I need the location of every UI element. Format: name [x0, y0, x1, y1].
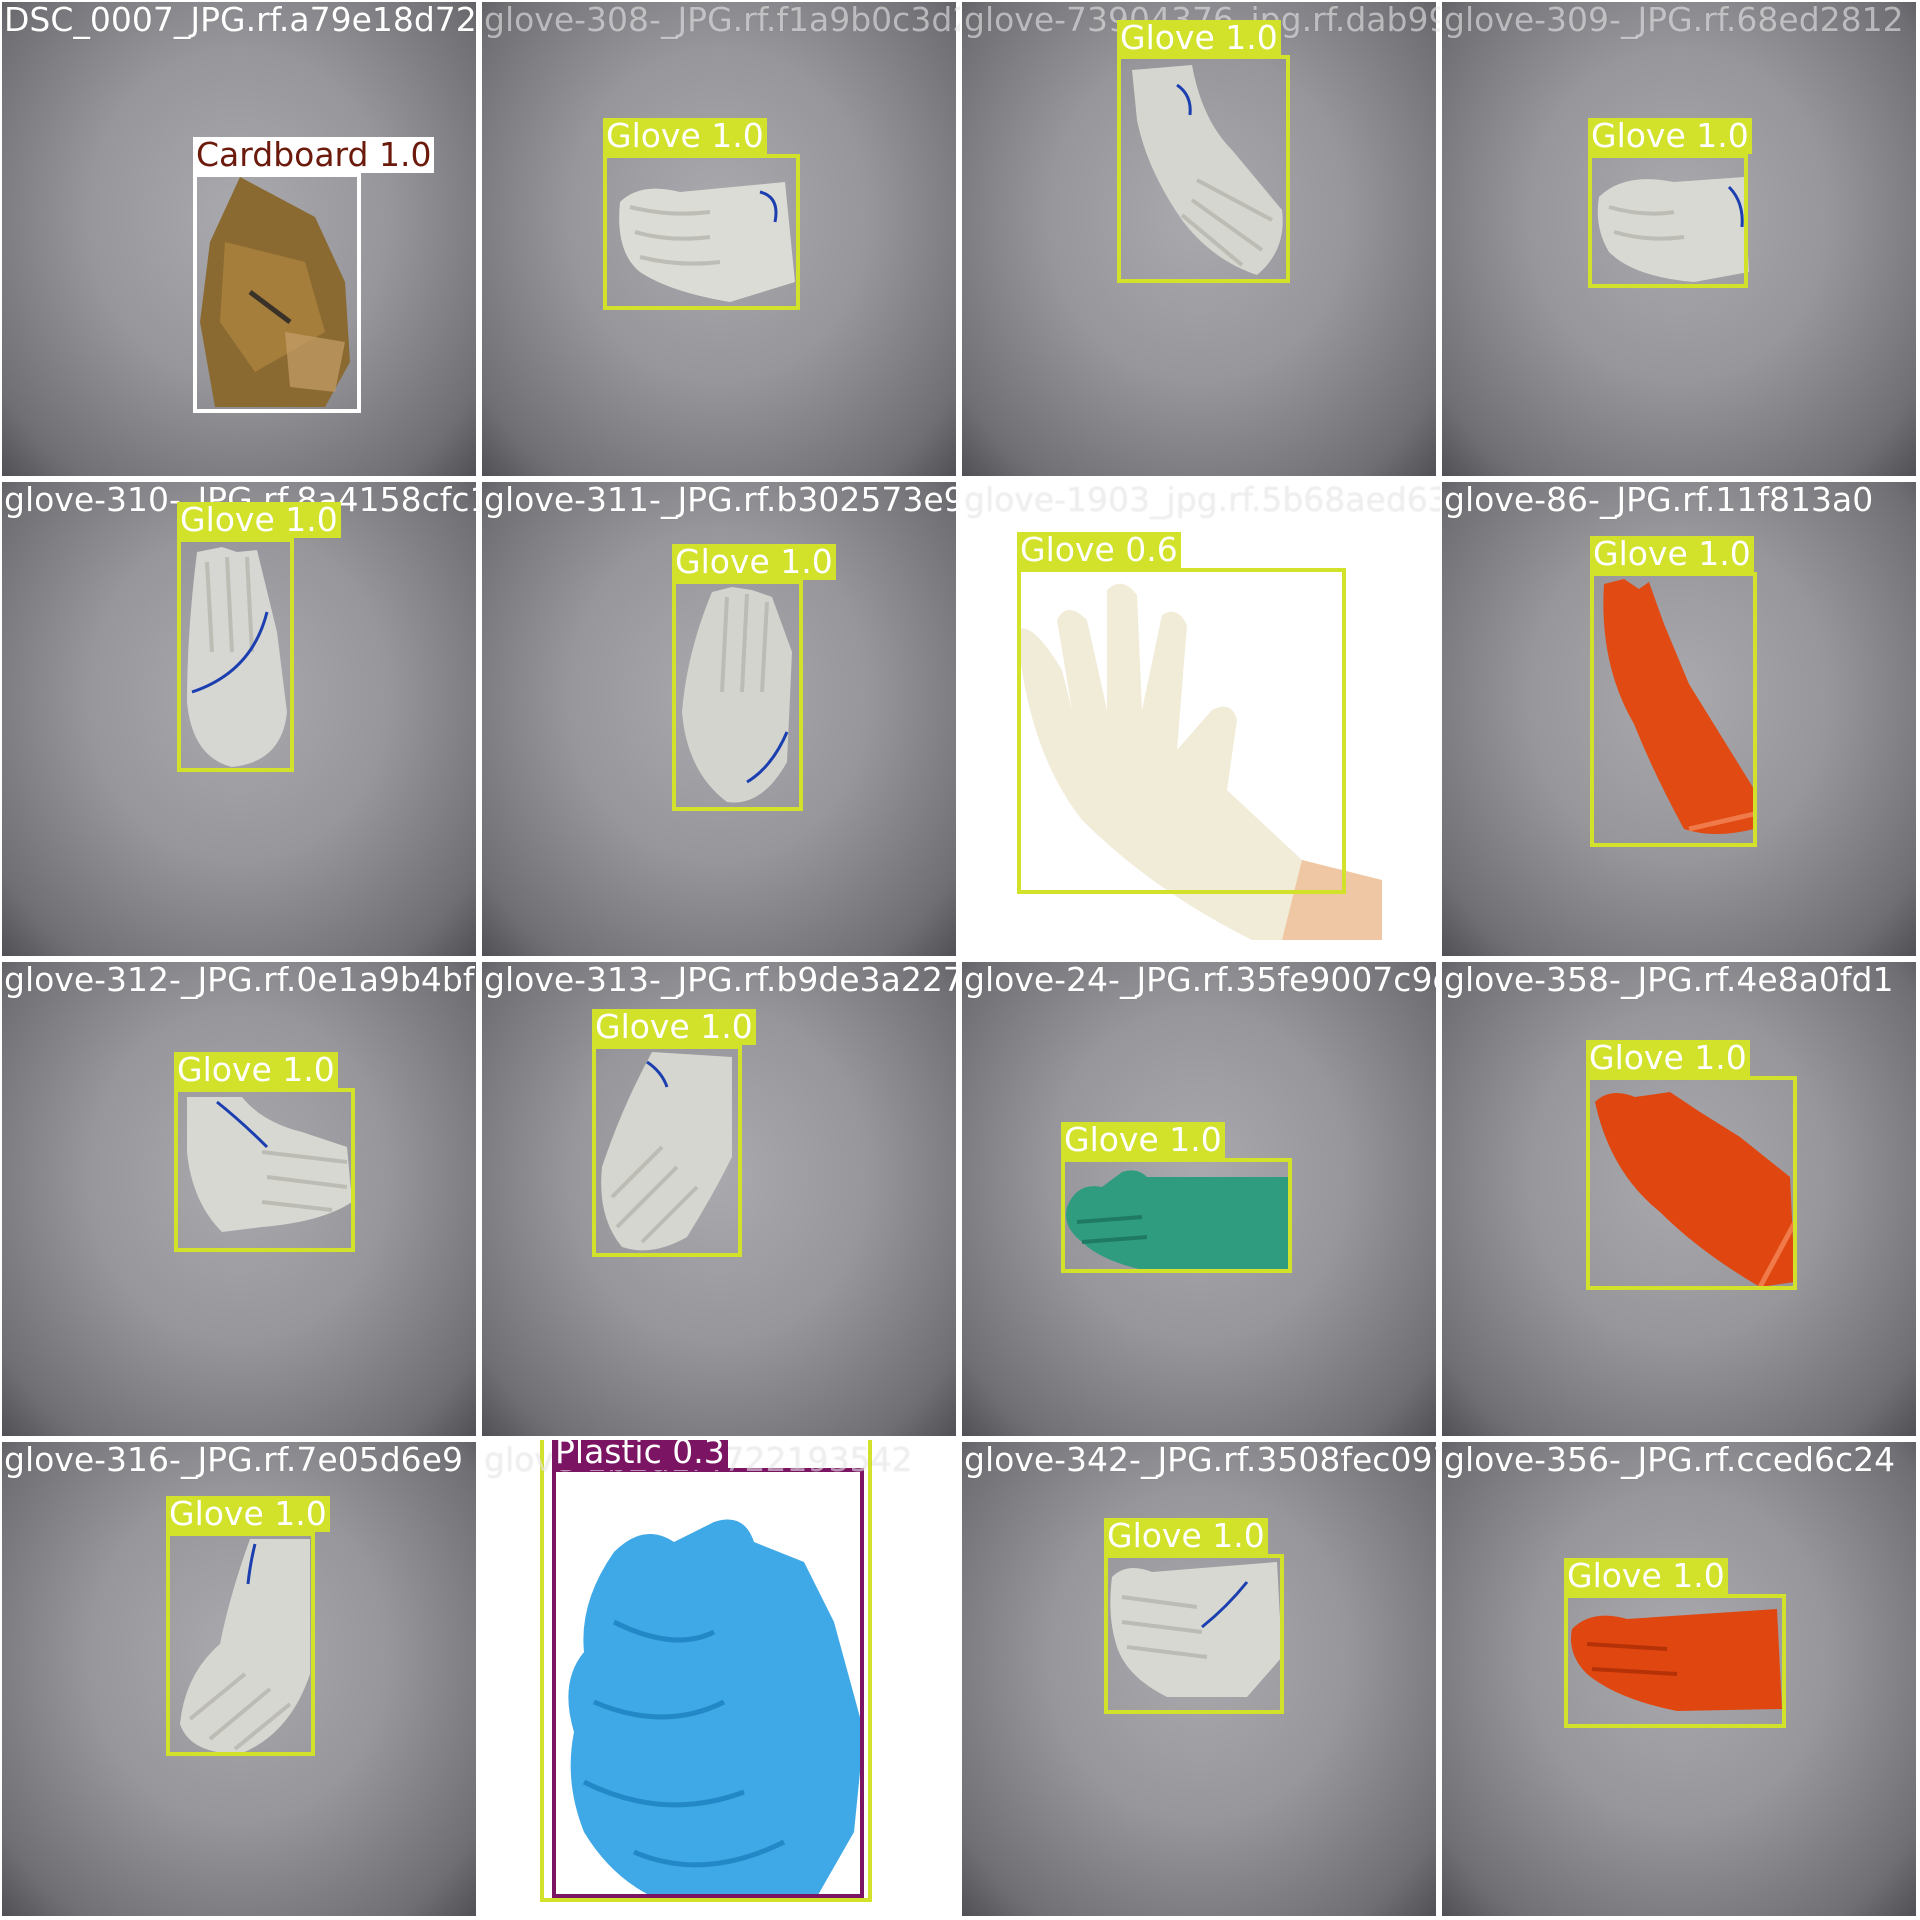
tile-filename: glove-316-_JPG.rf.7e05d6e9 — [4, 1440, 463, 1479]
tile-filename: glove-1903_jpg.rf.5b68aed63b368e8752 — [964, 480, 1440, 519]
bbox-label: Glove 1.0 — [174, 1052, 338, 1088]
detection-grid: DSC_0007_JPG.rf.a79e18d7266a318a3220fda2… — [0, 0, 1920, 1920]
tile-filename: DSC_0007_JPG.rf.a79e18d7266a318a3220fda2… — [4, 0, 480, 39]
bbox-label: Glove 1.0 — [672, 544, 836, 580]
bbox-label: Glove 1.0 — [603, 118, 767, 154]
tile-5: glove-310-_JPG.rf.8a4158cfc13e2420715 Gl… — [0, 480, 480, 960]
tile-filename: glove-309-_JPG.rf.68ed2812 — [1444, 0, 1904, 39]
tile-filename: glove-311-_JPG.rf.b302573e9f7ea9e — [484, 480, 960, 519]
bbox-glove — [177, 538, 294, 772]
bbox-label: Cardboard 1.0 — [193, 137, 435, 173]
tile-4: glove-309-_JPG.rf.68ed2812 Glove 1.0 — [1440, 0, 1920, 480]
bbox-glove — [1590, 572, 1757, 847]
bbox-glove — [166, 1532, 315, 1756]
bbox-label: Glove 1.0 — [1061, 1122, 1225, 1158]
tile-filename: glove-24-_JPG.rf.35fe9007c9c29afe — [964, 960, 1440, 999]
tile-15: glove-342-_JPG.rf.3508fec09706 Glove 1.0 — [960, 1440, 1440, 1920]
tile-2: glove-308-_JPG.rf.f1a9b0c3d2e4 Glove 1.0 — [480, 0, 960, 480]
bbox-label: Glove 1.0 — [1117, 20, 1281, 56]
tile-6: glove-311-_JPG.rf.b302573e9f7ea9e Glove … — [480, 480, 960, 960]
bbox-glove — [1017, 568, 1346, 894]
tile-12: glove-358-_JPG.rf.4e8a0fd1 Glove 1.0 — [1440, 960, 1920, 1440]
bbox-glove — [1104, 1554, 1284, 1714]
tile-11: glove-24-_JPG.rf.35fe9007c9c29afe Glove … — [960, 960, 1440, 1440]
tile-9: glove-312-_JPG.rf.0e1a9b4bf1b9327cf8e Gl… — [0, 960, 480, 1440]
bbox-glove — [174, 1088, 355, 1252]
tile-3: glove-73904376_jpg.rf.dab99747f1607349e8… — [960, 0, 1440, 480]
bbox-glove — [672, 580, 803, 811]
bbox-glove — [1117, 55, 1290, 283]
tile-8: glove-86-_JPG.rf.11f813a0 Glove 1.0 — [1440, 480, 1920, 960]
bbox-label: Plastic 0.3 — [552, 1440, 728, 1470]
bbox-label: Glove 0.6 — [1017, 532, 1181, 568]
bbox-label: Glove 1.0 — [1590, 536, 1754, 572]
tile-filename: glove-86-_JPG.rf.11f813a0 — [1444, 480, 1874, 519]
bbox-label: Glove 1.0 — [1104, 1518, 1268, 1554]
tile-filename: glove-313-_JPG.rf.b9de3a227674 — [484, 960, 960, 999]
tile-13: glove-316-_JPG.rf.7e05d6e9 Glove 1.0 — [0, 1440, 480, 1920]
bbox-plastic — [552, 1468, 864, 1898]
tile-14: glove-1b2d1f4722193542 Plastic 0.3 — [480, 1440, 960, 1920]
tile-filename: glove-308-_JPG.rf.f1a9b0c3d2e4 — [484, 0, 960, 39]
bbox-label: Glove 1.0 — [1564, 1558, 1728, 1594]
bbox-label: Glove 1.0 — [166, 1496, 330, 1532]
bbox-label: Glove 1.0 — [1586, 1040, 1750, 1076]
bbox-glove — [1564, 1594, 1786, 1728]
tile-7: glove-1903_jpg.rf.5b68aed63b368e8752 Glo… — [960, 480, 1440, 960]
tile-10: glove-313-_JPG.rf.b9de3a227674 Glove 1.0 — [480, 960, 960, 1440]
bbox-label: Glove 1.0 — [177, 502, 341, 538]
tile-filename: glove-342-_JPG.rf.3508fec09706 — [964, 1440, 1440, 1479]
bbox-glove — [1588, 154, 1748, 288]
bbox-label: Glove 1.0 — [1588, 118, 1752, 154]
bbox-glove — [592, 1045, 742, 1257]
tile-filename: glove-356-_JPG.rf.cced6c24 — [1444, 1440, 1896, 1479]
bbox-glove — [1061, 1158, 1292, 1273]
tile-16: glove-356-_JPG.rf.cced6c24 Glove 1.0 — [1440, 1440, 1920, 1920]
bbox-cardboard — [193, 173, 361, 413]
bbox-glove — [1586, 1076, 1797, 1290]
bbox-label: Glove 1.0 — [592, 1009, 756, 1045]
tile-1: DSC_0007_JPG.rf.a79e18d7266a318a3220fda2… — [0, 0, 480, 480]
bbox-glove — [603, 154, 800, 310]
tile-filename: glove-358-_JPG.rf.4e8a0fd1 — [1444, 960, 1894, 999]
tile-filename: glove-312-_JPG.rf.0e1a9b4bf1b9327cf8e — [4, 960, 480, 999]
